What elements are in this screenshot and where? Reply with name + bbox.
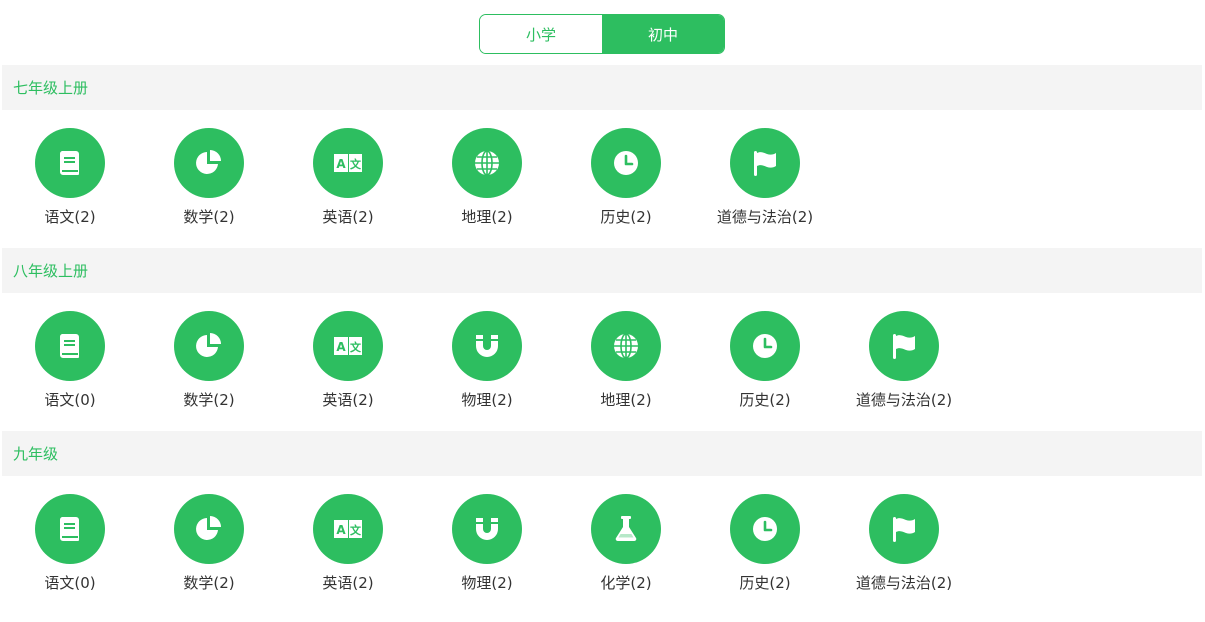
subject-label: 数学(2) — [183, 208, 235, 226]
subject-item[interactable]: 地理(2) — [422, 128, 552, 238]
svg-text:文: 文 — [350, 157, 362, 171]
subject-label: 英语(2) — [322, 574, 374, 592]
book-icon — [35, 494, 105, 564]
flag-icon — [869, 311, 939, 381]
clock-icon — [730, 311, 800, 381]
flag-icon — [730, 128, 800, 198]
subject-item[interactable]: 数学(2) — [144, 311, 274, 421]
subject-item[interactable]: 数学(2) — [144, 128, 274, 238]
subject-item[interactable]: 语文(2) — [5, 128, 135, 238]
svg-text:A: A — [336, 157, 346, 171]
tab-junior-high[interactable]: 初中 — [602, 15, 724, 53]
subject-item[interactable]: 历史(2) — [700, 494, 830, 604]
subject-item[interactable]: 化学(2) — [561, 494, 691, 604]
subject-label: 语文(0) — [44, 574, 96, 592]
subject-label: 道德与法治(2) — [716, 208, 814, 226]
subject-item[interactable]: A 文英语(2) — [283, 311, 413, 421]
subject-item[interactable]: 历史(2) — [561, 128, 691, 238]
subject-label: 道德与法治(2) — [855, 391, 953, 409]
subject-item[interactable]: 道德与法治(2) — [839, 311, 969, 421]
subject-item[interactable]: 语文(0) — [5, 311, 135, 421]
subject-label: 历史(2) — [739, 391, 791, 409]
subject-label: 语文(2) — [44, 208, 96, 226]
section-header-grade9: 九年级 — [2, 431, 1202, 476]
globe-icon — [452, 128, 522, 198]
subject-label: 道德与法治(2) — [855, 574, 953, 592]
flag-icon — [869, 494, 939, 564]
section-title: 七年级上册 — [13, 79, 89, 97]
subject-item[interactable]: 道德与法治(2) — [839, 494, 969, 604]
level-tabs: 小学 初中 — [479, 14, 725, 54]
pie-chart-icon — [174, 311, 244, 381]
subject-item[interactable]: 语文(0) — [5, 494, 135, 604]
subject-selector-page: 小学 初中 七年级上册 语文(2) 数学(2) A 文英语(2) 地理(2) 历史(2) 道… — [0, 0, 1205, 622]
subject-label: 数学(2) — [183, 574, 235, 592]
book-icon — [35, 128, 105, 198]
subject-label: 物理(2) — [461, 574, 513, 592]
translate-icon: A文 — [313, 494, 383, 564]
section-header-grade7: 七年级上册 — [2, 65, 1202, 110]
subject-item[interactable]: 物理(2) — [422, 494, 552, 604]
subject-row-grade8: 语文(0) 数学(2) A 文英语(2) 物理(2) 地理(2) 历史(2) 道德与法治(2) — [0, 311, 1205, 431]
flask-icon — [591, 494, 661, 564]
subject-item[interactable]: 数学(2) — [144, 494, 274, 604]
tab-primary-school[interactable]: 小学 — [480, 15, 602, 53]
clock-icon — [730, 494, 800, 564]
subject-label: 语文(0) — [44, 391, 96, 409]
subject-label: 地理(2) — [600, 391, 652, 409]
svg-text:文: 文 — [350, 523, 362, 537]
subject-item[interactable]: A 文英语(2) — [283, 128, 413, 238]
subject-item[interactable]: 道德与法治(2) — [700, 128, 830, 238]
subject-label: 英语(2) — [322, 391, 374, 409]
subject-label: 化学(2) — [600, 574, 652, 592]
subject-label: 数学(2) — [183, 391, 235, 409]
svg-text:文: 文 — [350, 340, 362, 354]
translate-icon: A文 — [313, 311, 383, 381]
subject-label: 地理(2) — [461, 208, 513, 226]
magnet-icon — [452, 311, 522, 381]
svg-text:A: A — [336, 523, 346, 537]
subject-label: 物理(2) — [461, 391, 513, 409]
subject-row-grade7: 语文(2) 数学(2) A 文英语(2) 地理(2) 历史(2) 道德与法治(2) — [0, 128, 1205, 248]
pie-chart-icon — [174, 494, 244, 564]
book-icon — [35, 311, 105, 381]
subject-item[interactable]: A 文英语(2) — [283, 494, 413, 604]
magnet-icon — [452, 494, 522, 564]
subject-label: 历史(2) — [739, 574, 791, 592]
subject-label: 英语(2) — [322, 208, 374, 226]
translate-icon: A文 — [313, 128, 383, 198]
subject-item[interactable]: 地理(2) — [561, 311, 691, 421]
subject-label: 历史(2) — [600, 208, 652, 226]
clock-icon — [591, 128, 661, 198]
section-title: 八年级上册 — [13, 262, 89, 280]
subject-row-grade9: 语文(0) 数学(2) A 文英语(2) 物理(2) 化学(2) 历史(2) 道德与法治(2) — [0, 494, 1205, 614]
pie-chart-icon — [174, 128, 244, 198]
subject-item[interactable]: 历史(2) — [700, 311, 830, 421]
subject-item[interactable]: 物理(2) — [422, 311, 552, 421]
section-header-grade8: 八年级上册 — [2, 248, 1202, 293]
svg-text:A: A — [336, 340, 346, 354]
section-title: 九年级 — [13, 445, 59, 463]
globe-icon — [591, 311, 661, 381]
